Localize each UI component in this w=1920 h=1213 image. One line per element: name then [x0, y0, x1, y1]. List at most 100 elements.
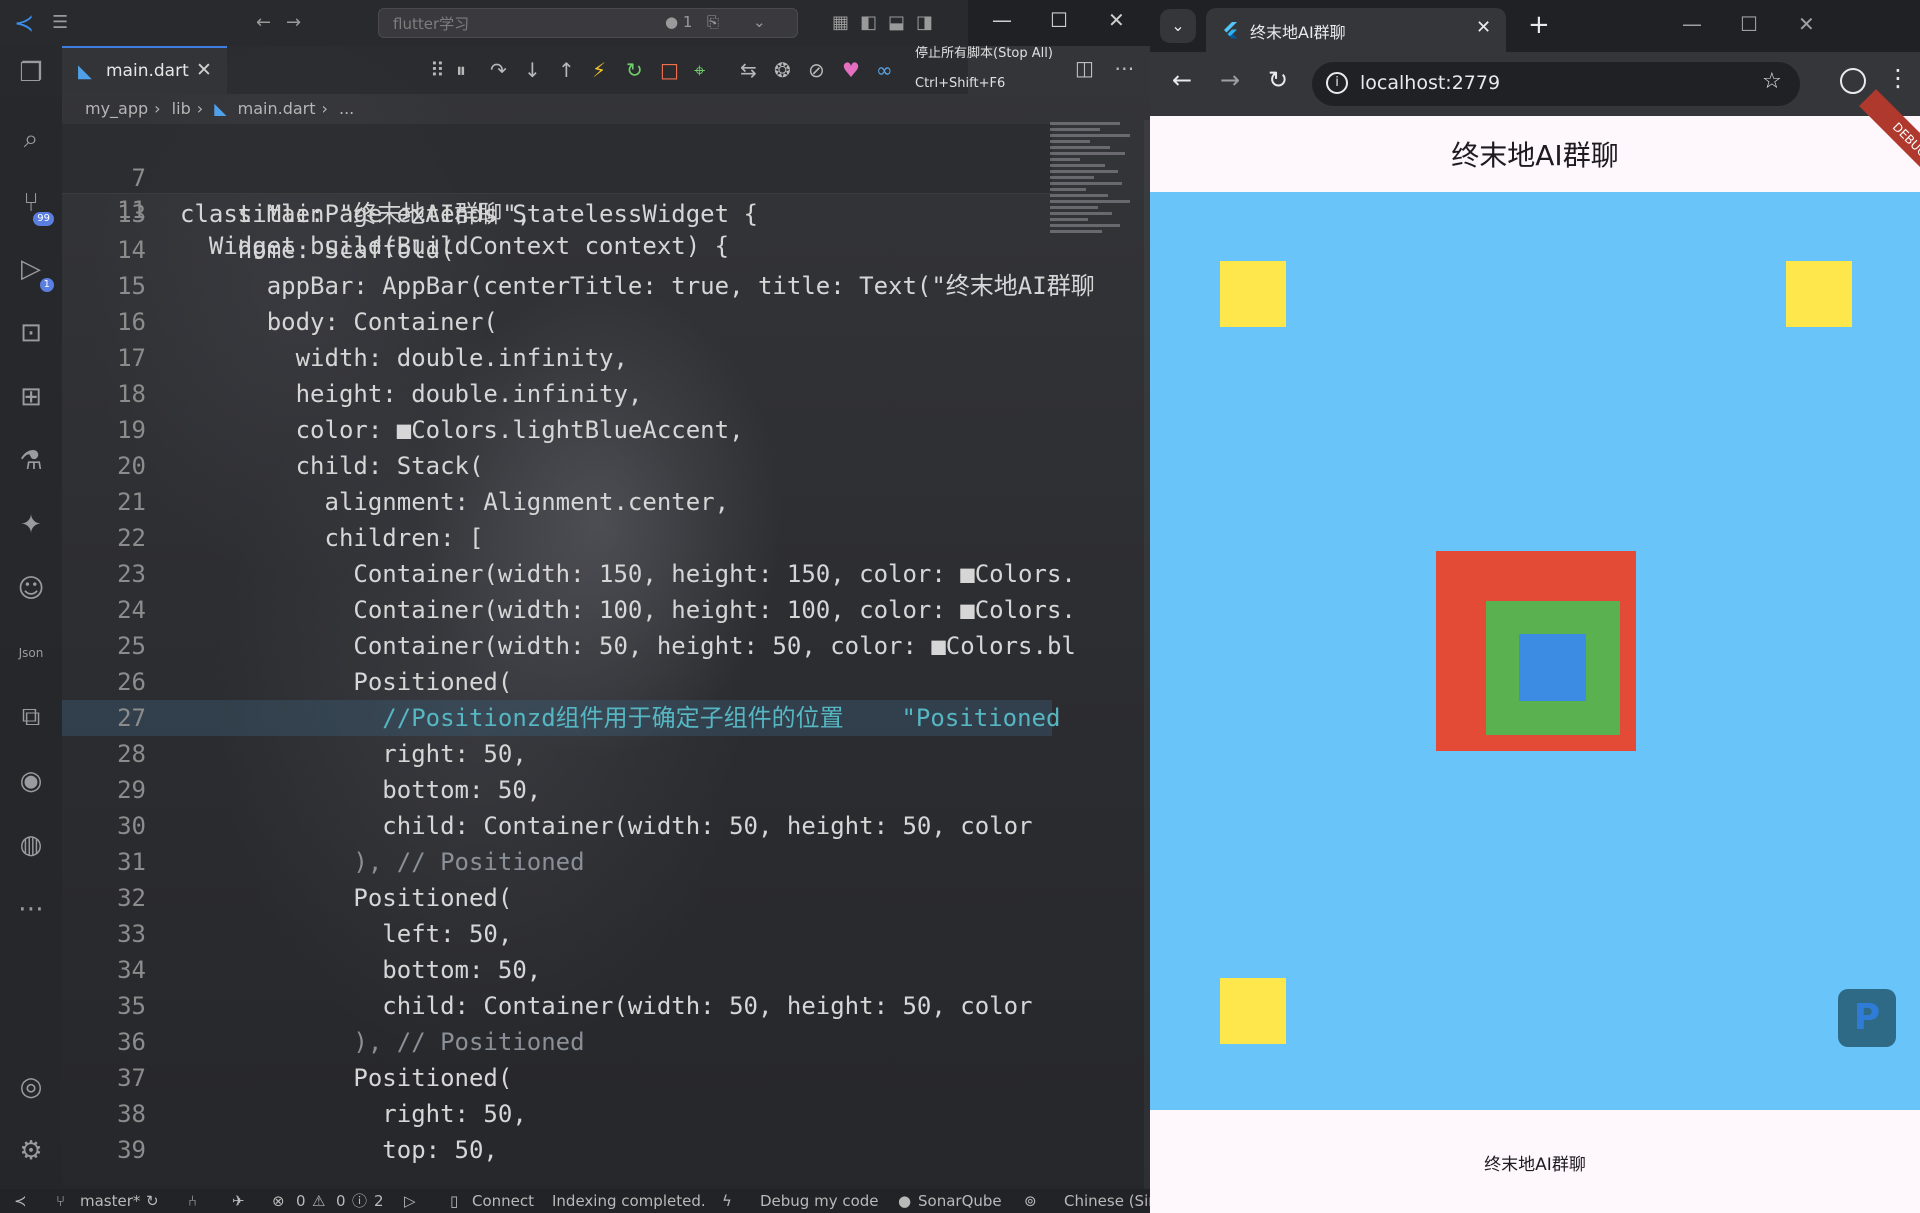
copilot-icon[interactable]: ☺ [14, 572, 48, 606]
kebab-menu-icon[interactable]: ⋮ [1886, 64, 1910, 92]
back-icon[interactable]: ← [256, 0, 271, 46]
code-line[interactable]: 35 child: Container(width: 50, height: 5… [62, 988, 1052, 1024]
code-line[interactable]: 14 home: Scaffold( [62, 232, 1052, 268]
code-line[interactable]: 31 ), // Positioned [62, 844, 1052, 880]
branch-name[interactable]: master* [80, 1189, 140, 1213]
code-line[interactable]: 11 Widget build(BuildContext context) { [62, 156, 1052, 260]
translate-icon[interactable]: ⇆ [740, 56, 757, 84]
breadcrumb-folder[interactable]: my_app [85, 99, 148, 118]
forward-icon[interactable]: → [1220, 66, 1240, 94]
warning-count[interactable]: 0 [336, 1189, 346, 1213]
info-count[interactable]: 2 [374, 1189, 384, 1213]
close-icon[interactable]: ✕ [1798, 12, 1815, 36]
openai-icon[interactable]: ❂ [774, 56, 791, 84]
close-icon[interactable]: ✕ [196, 59, 212, 81]
code-line[interactable]: 28 right: 50, [62, 736, 1052, 772]
hot-restart-icon[interactable]: ↻ [626, 56, 643, 84]
code-line[interactable]: 26 Positioned( [62, 664, 1052, 700]
code-line[interactable]: 36 ), // Positioned [62, 1024, 1052, 1060]
profile-icon[interactable] [1840, 68, 1866, 94]
site-info-icon[interactable]: i [1326, 72, 1348, 94]
settings-icon[interactable]: ⚙ [14, 1134, 48, 1168]
drag-handle-icon[interactable]: ⠿ [430, 56, 445, 84]
code-line[interactable]: 38 right: 50, [62, 1096, 1052, 1132]
extensions-icon[interactable]: ⊞ [14, 380, 48, 414]
step-into-icon[interactable]: ↓ [524, 56, 541, 84]
more-actions-icon[interactable]: ⋯ [1114, 56, 1134, 80]
bookmark-star-icon[interactable]: ☆ [1762, 69, 1782, 94]
search-icon[interactable]: ⌕ [14, 122, 48, 156]
broadcast-icon[interactable]: ⊚ [1024, 1189, 1037, 1213]
remote-explorer-icon[interactable]: ⊡ [14, 316, 48, 350]
code-line[interactable]: 24 Container(width: 100, height: 100, co… [62, 592, 1076, 628]
source-control-icon[interactable]: ⑂ 99 [14, 186, 54, 226]
json-icon[interactable]: Json [14, 636, 48, 670]
maximize-icon[interactable]: ☐ [1050, 8, 1068, 32]
back-icon[interactable]: ← [1172, 66, 1192, 94]
sidebar-toggle-icon[interactable]: ◧ [860, 0, 877, 46]
branch-graph-icon[interactable]: ⧉ [14, 700, 48, 734]
heart-icon[interactable]: ♥ [842, 56, 860, 84]
play-icon[interactable]: ▷ [404, 1189, 416, 1213]
code-line[interactable]: 27 //Positionzd组件用于确定子组件的位置 "Positioned [62, 700, 1060, 736]
code-line[interactable]: 15 appBar: AppBar(centerTitle: true, tit… [62, 268, 1095, 304]
debug-my-code[interactable]: Debug my code [760, 1189, 879, 1213]
code-line[interactable]: 13 title: "终末地AI群聊", [62, 196, 1052, 232]
code-line[interactable]: 16 body: Container( [62, 304, 1052, 340]
tab-main-dart[interactable]: ◣ main.dart ✕ [62, 46, 227, 94]
code-line[interactable]: 25 Container(width: 50, height: 50, colo… [62, 628, 1076, 664]
minimize-icon[interactable]: — [1682, 12, 1702, 36]
inspect-widget-icon[interactable]: ⌖ [694, 56, 705, 84]
breadcrumb-file[interactable]: main.dart [238, 99, 316, 118]
code-line[interactable]: 18 height: double.infinity, [62, 376, 1052, 412]
secondary-sidebar-icon[interactable]: ◨ [916, 0, 933, 46]
chat-icon[interactable]: ⎘ [707, 13, 719, 31]
sonarqube-status[interactable]: SonarQube [918, 1189, 1002, 1213]
flutter-icon[interactable]: ✦ [14, 508, 48, 542]
step-over-icon[interactable]: ↷ [490, 56, 507, 84]
rocket-icon[interactable]: ✈ [232, 1189, 245, 1213]
run-debug-icon[interactable]: ▷ 1 [14, 252, 54, 292]
testing-icon[interactable]: ⚗ [14, 444, 48, 478]
link-icon[interactable]: ∞ [876, 56, 893, 84]
error-count[interactable]: 0 [296, 1189, 306, 1213]
step-out-icon[interactable]: ↑ [558, 56, 575, 84]
code-line[interactable]: 20 child: Stack( [62, 448, 1052, 484]
explorer-icon[interactable]: ❐ [14, 56, 48, 90]
breadcrumb-symbol[interactable]: ... [339, 99, 354, 118]
new-tab-icon[interactable]: + [1528, 10, 1550, 40]
code-line[interactable]: 19 color: ■Colors.lightBlueAccent, [62, 412, 1052, 448]
hot-reload-icon[interactable]: ⚡ [592, 56, 606, 84]
browser-tab[interactable]: 终末地AI群聊 ✕ [1206, 8, 1506, 52]
code-line[interactable]: 37 Positioned( [62, 1060, 1052, 1096]
code-line[interactable]: 29 bottom: 50, [62, 772, 1052, 808]
code-line[interactable]: 22 children: [ [62, 520, 1052, 556]
address-bar[interactable]: i localhost:2779 ☆ [1312, 62, 1800, 106]
stop-icon[interactable]: □ [660, 56, 679, 84]
floating-p-button[interactable]: P [1838, 989, 1896, 1047]
language-status[interactable]: Chinese (Sin [1064, 1189, 1150, 1213]
sync-icon[interactable]: ↻ [146, 1189, 159, 1213]
code-editor[interactable]: 13 title: "终末地AI群聊", 14 home: Scaffold(15… [62, 196, 1095, 1186]
remote-icon[interactable]: ≺ [14, 1189, 27, 1213]
code-line[interactable]: 21 alignment: Alignment.center, [62, 484, 1052, 520]
close-icon[interactable]: ✕ [1476, 17, 1491, 38]
code-line[interactable]: 7 class MainPage extends StatelessWidget… [62, 124, 1052, 228]
panel-toggle-icon[interactable]: ⬓ [888, 0, 905, 46]
pause-icon[interactable]: ⏸ [456, 56, 466, 84]
minimap[interactable] [1050, 122, 1140, 262]
git-graph-icon[interactable]: ⑃ [188, 1189, 197, 1213]
reload-icon[interactable]: ↻ [1268, 66, 1288, 94]
connect-status[interactable]: Connect [472, 1189, 534, 1213]
github-icon[interactable]: ◉ [14, 764, 48, 798]
code-line[interactable]: 23 Container(width: 150, height: 150, co… [62, 556, 1076, 592]
command-center-search[interactable]: flutter学习 ● 1 ⎘ ⌄ [378, 8, 798, 38]
chevron-down-icon[interactable]: ⌄ [753, 13, 766, 31]
eye-off-icon[interactable]: ⊘ [808, 56, 825, 84]
minimize-icon[interactable]: — [992, 8, 1012, 32]
maximize-icon[interactable]: ☐ [1740, 12, 1758, 36]
code-line[interactable]: 30 child: Container(width: 50, height: 5… [62, 808, 1052, 844]
split-editor-icon[interactable]: ◫ [1075, 56, 1094, 80]
layout-icon[interactable]: ▦ [832, 0, 849, 46]
account-icon[interactable]: ◎ [14, 1070, 48, 1104]
